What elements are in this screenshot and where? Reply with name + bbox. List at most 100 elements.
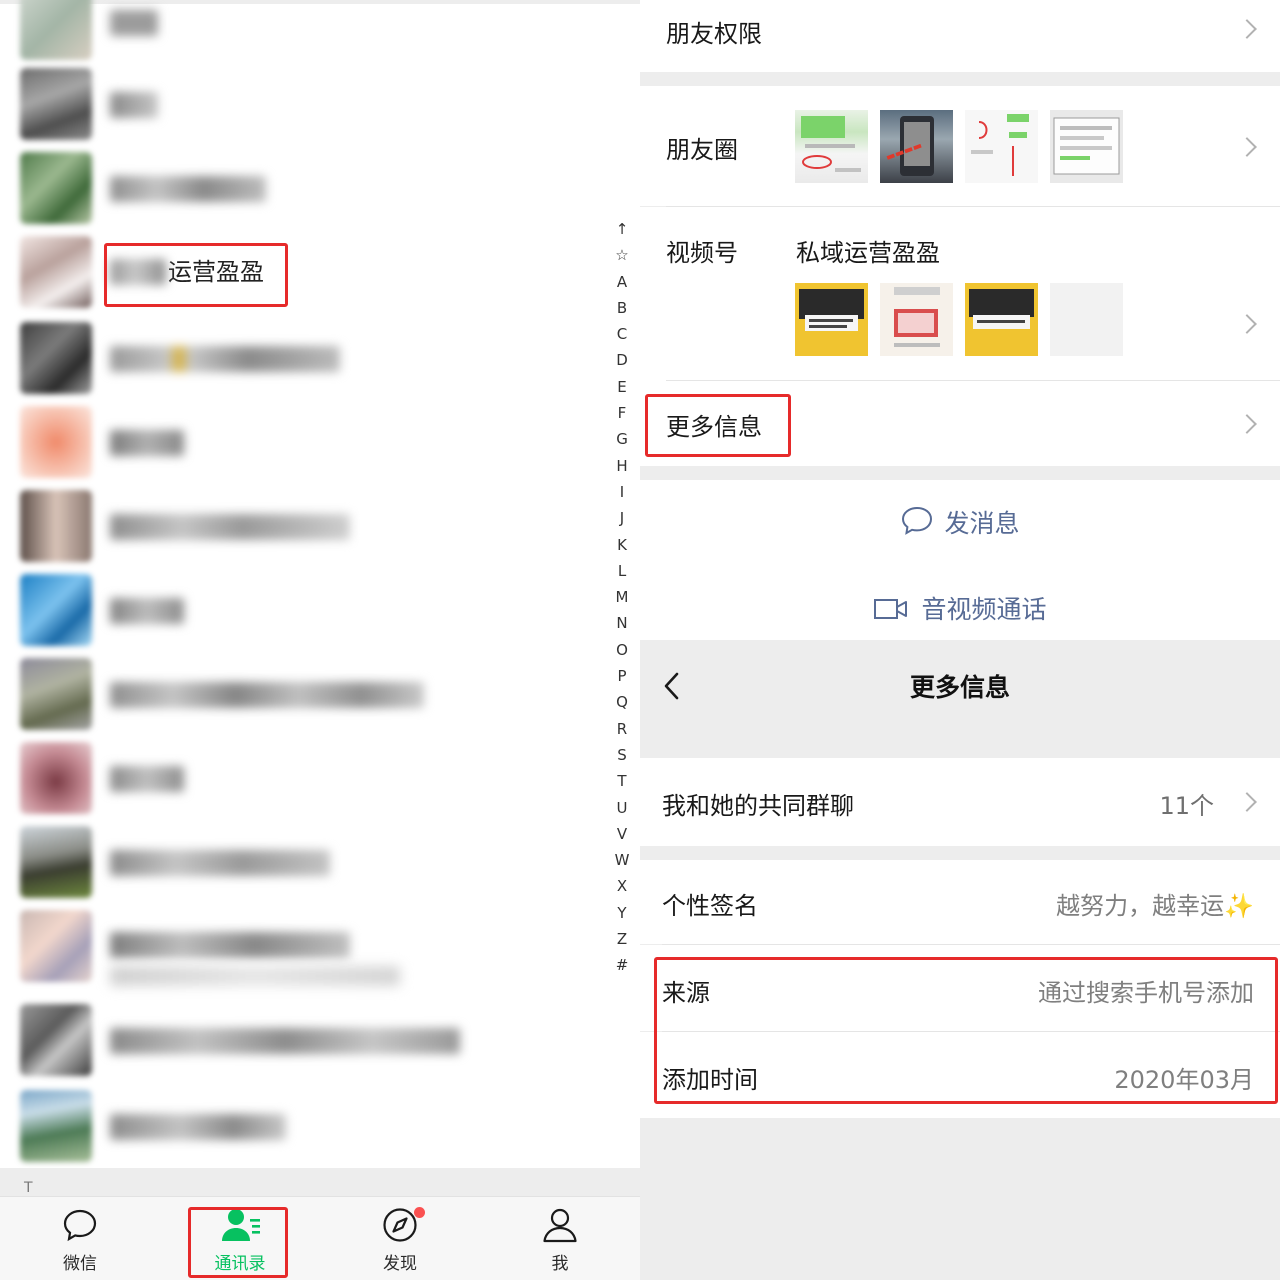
index-letter[interactable]: C <box>608 321 636 347</box>
index-letter[interactable]: N <box>608 610 636 636</box>
avatar <box>20 910 92 982</box>
blurred-name <box>110 682 424 708</box>
contact-row[interactable] <box>0 0 600 66</box>
avatar <box>20 406 92 478</box>
index-letter[interactable]: E <box>608 374 636 400</box>
avatar <box>20 322 92 394</box>
index-letter[interactable]: ☆ <box>608 242 636 268</box>
common-groups-label: 我和她的共同群聊 <box>662 792 854 820</box>
av-call-label: 音视频通话 <box>921 595 1047 624</box>
friend-permissions-label: 朋友权限 <box>666 20 762 48</box>
contact-row[interactable] <box>0 652 600 736</box>
blurred-name <box>110 850 330 876</box>
contact-row[interactable] <box>0 1084 600 1168</box>
av-call-button[interactable]: 音视频通话 <box>640 590 1280 626</box>
channels-account-name: 私域运营盈盈 <box>796 239 940 267</box>
page-title: 更多信息 <box>909 673 1010 702</box>
profile-panel: 朋友权限 朋友圈 ▬▬▬▬ 视频号 私域运营盈盈 更多信息 发消息 音视频通话 … <box>640 0 1280 1280</box>
index-letter[interactable]: S <box>608 742 636 768</box>
chevron-right-icon <box>1237 314 1257 334</box>
blurred-name <box>110 766 184 792</box>
blurred-name <box>110 176 266 202</box>
channels-row[interactable]: 视频号 私域运营盈盈 <box>640 207 1280 381</box>
blurred-name <box>110 346 340 372</box>
avatar <box>20 0 92 60</box>
blurred-name <box>110 10 158 36</box>
index-letter[interactable]: H <box>608 453 636 479</box>
index-letter[interactable]: X <box>608 873 636 899</box>
chat-bubble-icon <box>902 506 933 535</box>
signature-label: 个性签名 <box>662 892 758 920</box>
chat-bubble-icon <box>63 1209 97 1242</box>
blurred-name <box>110 598 184 624</box>
send-message-label: 发消息 <box>944 509 1020 538</box>
index-letter[interactable]: Q <box>608 689 636 715</box>
tab-chats[interactable]: 微信 <box>0 1197 160 1280</box>
blurred-name <box>110 1114 286 1140</box>
chevron-right-icon <box>1237 792 1257 812</box>
send-message-button[interactable]: 发消息 <box>640 504 1280 540</box>
index-letter[interactable]: L <box>608 558 636 584</box>
avatar <box>20 490 92 562</box>
person-icon <box>543 1208 577 1243</box>
highlight-box-contact <box>104 243 288 307</box>
tab-label: 发现 <box>383 1254 417 1274</box>
contact-row[interactable] <box>0 146 600 230</box>
index-letter[interactable]: R <box>608 716 636 742</box>
tab-discover[interactable]: 发现 <box>320 1197 480 1280</box>
index-letter[interactable]: B <box>608 295 636 321</box>
section-header: T <box>0 1168 640 1196</box>
index-letter[interactable]: ↑ <box>608 216 636 242</box>
video-camera-icon <box>874 599 908 619</box>
moments-thumbnail: ▬▬▬▬ <box>880 110 953 183</box>
avatar <box>20 574 92 646</box>
blurred-name-secondary <box>110 966 400 986</box>
moments-thumbnail <box>965 110 1038 183</box>
contact-row[interactable] <box>0 568 600 652</box>
blurred-name <box>110 430 184 456</box>
more-info-header: 更多信息 <box>640 640 1280 758</box>
contact-row[interactable] <box>0 736 600 820</box>
index-letter[interactable]: F <box>608 400 636 426</box>
contact-row[interactable] <box>0 62 600 146</box>
channels-video-thumbnail <box>965 283 1038 356</box>
moments-thumbnail <box>795 110 868 183</box>
index-letter[interactable]: Z <box>608 926 636 952</box>
index-letter[interactable]: W <box>608 847 636 873</box>
contact-row[interactable] <box>0 904 600 988</box>
contact-row[interactable] <box>0 484 600 568</box>
contact-row[interactable] <box>0 820 600 904</box>
contact-row[interactable] <box>0 316 600 400</box>
compass-icon <box>383 1208 417 1242</box>
index-letter[interactable]: J <box>608 505 636 531</box>
avatar <box>20 236 92 308</box>
contact-row[interactable] <box>0 998 600 1082</box>
index-letter[interactable]: # <box>608 952 636 978</box>
contact-row[interactable] <box>0 400 600 484</box>
index-letter[interactable]: Y <box>608 900 636 926</box>
friend-permissions-row[interactable]: 朋友权限 <box>640 0 1280 72</box>
index-letter[interactable]: A <box>608 269 636 295</box>
signature-row: 个性签名 越努力，越幸运✨ <box>640 860 1280 944</box>
index-letter[interactable]: T <box>608 768 636 794</box>
moments-thumbnail <box>1050 110 1123 183</box>
contact-row-highlighted[interactable]: 运营盈盈 <box>0 230 600 314</box>
blurred-name <box>110 932 350 958</box>
index-letter[interactable]: D <box>608 347 636 373</box>
index-letter[interactable]: M <box>608 584 636 610</box>
index-letter[interactable]: G <box>608 426 636 452</box>
channels-label: 视频号 <box>666 239 738 267</box>
tab-me[interactable]: 我 <box>480 1197 640 1280</box>
alphabet-index-bar[interactable]: ↑ ☆ A B C D E F G H I J K L M N O P Q R S T U V W X Y Z # <box>608 216 636 979</box>
index-letter[interactable]: U <box>608 795 636 821</box>
index-letter[interactable]: V <box>608 821 636 847</box>
common-groups-row[interactable]: 我和她的共同群聊 11个 <box>640 758 1280 846</box>
index-letter[interactable]: P <box>608 663 636 689</box>
highlight-box-contacts-tab <box>188 1207 288 1278</box>
channels-video-thumbnail <box>795 283 868 356</box>
index-letter[interactable]: K <box>608 532 636 558</box>
index-letter[interactable]: O <box>608 637 636 663</box>
moments-row[interactable]: 朋友圈 ▬▬▬▬ <box>640 86 1280 206</box>
index-letter[interactable]: I <box>608 479 636 505</box>
avatar <box>20 826 92 898</box>
